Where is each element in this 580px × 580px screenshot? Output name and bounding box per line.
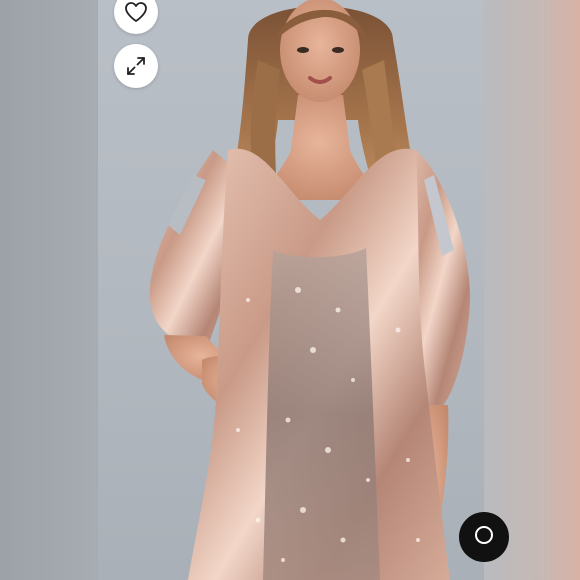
round-control-icon: [472, 523, 496, 552]
dress-center-panel: [263, 248, 380, 580]
blurred-backdrop-right: [484, 0, 580, 580]
product-image-viewer[interactable]: [0, 0, 580, 580]
product-photo[interactable]: [98, 0, 484, 580]
round-control-button[interactable]: [459, 512, 509, 562]
expand-button[interactable]: [114, 44, 158, 88]
expand-arrows-icon: [125, 55, 147, 77]
dress-illustration: [149, 0, 470, 580]
blurred-backdrop-left: [0, 0, 98, 580]
heart-outline-icon: [124, 1, 148, 23]
